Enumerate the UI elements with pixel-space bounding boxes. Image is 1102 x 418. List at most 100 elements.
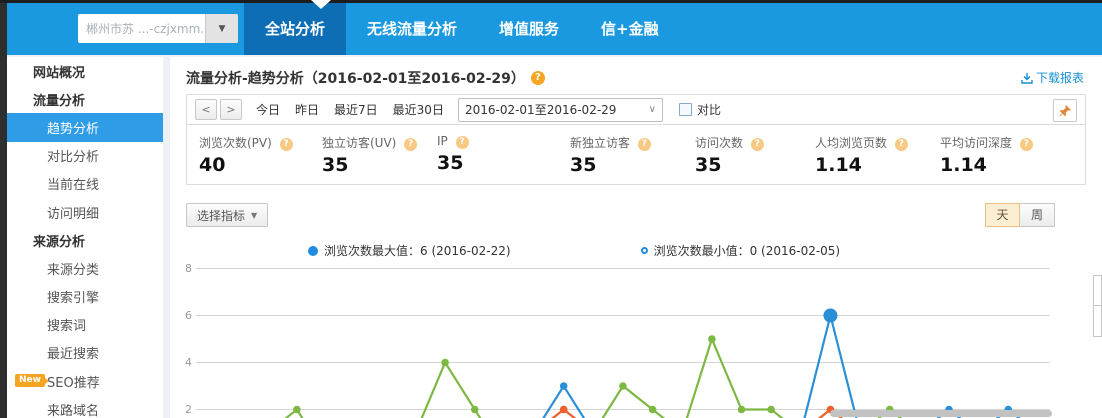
min-value-dot-icon [640, 247, 648, 254]
new-badge: New [15, 374, 49, 388]
select-indicator-label: 选择指标 [197, 208, 246, 223]
data-point[interactable] [559, 405, 568, 414]
sidebar-item-来源分析: 来源分析 [33, 234, 86, 250]
help-icon[interactable]: ? [894, 138, 908, 151]
granularity-toggle: 天周 [985, 203, 1055, 227]
caret-down-icon: ▼ [251, 210, 258, 220]
vertical-scrollbar[interactable] [1093, 275, 1102, 337]
chart-canvas [196, 268, 1050, 418]
granularity-天[interactable]: 天 [985, 203, 1020, 227]
sidebar-item-访问明细[interactable]: 访问明细 [7, 198, 163, 226]
metric-IP: IP ? 35 [437, 134, 570, 184]
date-filter-bar: < > 今日 昨日 最近7日 最近30日 2016-02-01至2016-02-29 … [186, 94, 1086, 125]
metric-value: 35 [570, 154, 597, 176]
pushpin-icon [1059, 104, 1071, 116]
help-icon[interactable]: ? [750, 138, 764, 151]
download-report-label: 下载报表 [1035, 71, 1084, 85]
metric-平均访问深度: 平均访问深度 ? 1.14 [940, 134, 1090, 184]
date-range-select[interactable]: 2016-02-01至2016-02-29 ∨ [457, 97, 663, 122]
max-value-data-point[interactable] [823, 308, 838, 323]
metric-value: 35 [437, 152, 464, 174]
pin-button[interactable] [1053, 99, 1077, 122]
sidebar-item-搜索引擎[interactable]: 搜索引擎 [7, 283, 163, 311]
metric-value: 35 [695, 154, 722, 176]
y-axis-tick: 6 [185, 308, 192, 322]
help-icon[interactable]: ? [530, 71, 545, 85]
data-point[interactable] [767, 405, 775, 414]
metric-访问次数: 访问次数 ? 35 [695, 134, 815, 184]
chevron-down-icon[interactable]: ▼ [205, 14, 238, 43]
tab-全站分析[interactable]: 全站分析 [244, 3, 347, 55]
prev-period-button[interactable]: < [195, 99, 217, 120]
data-point[interactable] [648, 405, 657, 414]
tab-增值服务[interactable]: 增值服务 [478, 3, 580, 55]
data-point[interactable] [619, 382, 627, 390]
chevron-down-icon: ∨ [648, 104, 656, 115]
window-top-edge [0, 0, 1102, 3]
quick-date-最近7日[interactable]: 最近7日 [334, 101, 378, 118]
page-title: 流量分析-趋势分析（2016-02-01至2016-02-29） [186, 71, 525, 87]
sidebar-item-来路域名[interactable]: 来路域名 [7, 395, 163, 418]
sidebar-item-对比分析[interactable]: 对比分析 [7, 142, 163, 170]
trend-chart: 8 6 4 2 [170, 258, 1102, 418]
sidebar-item-当前在线[interactable]: 当前在线 [7, 170, 163, 198]
quick-date-links: 今日 昨日 最近7日 最近30日 [256, 101, 444, 118]
metric-浏览次数(PV): 浏览次数(PV) ? 40 [199, 134, 322, 184]
legend-item: 浏览次数最小值：0 (2016-02-05) [640, 242, 840, 259]
y-axis-tick: 2 [185, 402, 192, 416]
quick-date-最近30日[interactable]: 最近30日 [393, 101, 444, 118]
date-range-value: 2016-02-01至2016-02-29 [464, 103, 617, 117]
title-row: 流量分析-趋势分析（2016-02-01至2016-02-29） ? 下载报表 [186, 65, 1086, 91]
download-icon [1021, 72, 1033, 84]
metric-新独立访客: 新独立访客 ? 35 [570, 134, 695, 184]
download-report-link[interactable]: 下载报表 [1021, 69, 1084, 86]
window-left-edge [0, 0, 7, 418]
metric-value: 35 [322, 154, 349, 176]
sidebar-item-网站概况: 网站概况 [33, 65, 86, 81]
metric-value: 1.14 [815, 154, 862, 176]
sidebar-item-最近搜索[interactable]: 最近搜索 [7, 339, 163, 367]
compare-checkbox[interactable] [678, 103, 692, 116]
sidebar-item-SEO推荐[interactable]: New SEO推荐 [7, 367, 163, 395]
legend-item: 浏览次数最大值：6 (2016-02-22) [308, 242, 511, 259]
metric-value: 40 [199, 154, 226, 176]
series-line-浏览次数(PV) [542, 315, 1021, 418]
site-selector-value: 郴州市苏 ...-czjxmm.com [86, 22, 205, 36]
y-axis-tick: 8 [185, 261, 192, 275]
data-point[interactable] [737, 405, 746, 414]
help-icon[interactable]: ? [1019, 138, 1033, 151]
data-point[interactable] [470, 405, 479, 414]
next-period-button[interactable]: > [220, 99, 242, 120]
tooltip-notch [311, 0, 331, 9]
data-point[interactable] [708, 335, 716, 343]
help-icon[interactable]: ? [279, 138, 293, 151]
data-point[interactable] [441, 358, 449, 367]
help-icon[interactable]: ? [404, 138, 418, 151]
y-axis-tick: 4 [185, 355, 192, 369]
quick-date-昨日[interactable]: 昨日 [295, 101, 319, 118]
quick-date-今日[interactable]: 今日 [256, 101, 280, 118]
sidebar-item-来源分类[interactable]: 来源分类 [7, 254, 163, 282]
data-point[interactable] [559, 382, 568, 390]
sidebar: 网站概况流量分析趋势分析 对比分析 当前在线 访问明细来源分析来源分类 搜索引擎 搜索词最… [7, 57, 163, 418]
site-selector-dropdown[interactable]: 郴州市苏 ...-czjxmm.com ▼ [78, 14, 238, 43]
sidebar-item-搜索词[interactable]: 搜索词 [7, 311, 163, 339]
horizontal-scrollbar[interactable] [830, 410, 1052, 417]
granularity-周[interactable]: 周 [1020, 203, 1055, 227]
help-icon[interactable]: ? [455, 136, 469, 149]
main-panel: 流量分析-趋势分析（2016-02-01至2016-02-29） ? 下载报表 … [170, 57, 1102, 418]
app-window: 郴州市苏 ...-czjxmm.com ▼ 全站分析无线流量分析增值服务信+金融… [0, 0, 1102, 418]
compare-label: 对比 [696, 103, 721, 117]
max-value-dot-icon [308, 245, 318, 256]
tab-信+金融[interactable]: 信+金融 [580, 3, 680, 55]
sidebar-item-趋势分析[interactable]: 趋势分析 [7, 113, 163, 142]
metrics-summary: 浏览次数(PV) ? 40 独立访客(UV) ? 35 IP ? 35 新独立访客 ? 35 访… [186, 124, 1086, 185]
select-indicator-button[interactable]: 选择指标 ▼ [186, 203, 269, 227]
compare-option: 对比 [678, 101, 721, 118]
tab-无线流量分析[interactable]: 无线流量分析 [346, 3, 478, 55]
help-icon[interactable]: ? [637, 138, 651, 151]
sidebar-item-流量分析: 流量分析 [33, 93, 86, 109]
metric-人均浏览页数: 人均浏览页数 ? 1.14 [815, 134, 940, 184]
data-point[interactable] [293, 405, 301, 414]
top-nav-bar: 郴州市苏 ...-czjxmm.com ▼ 全站分析无线流量分析增值服务信+金融 [7, 3, 1102, 55]
